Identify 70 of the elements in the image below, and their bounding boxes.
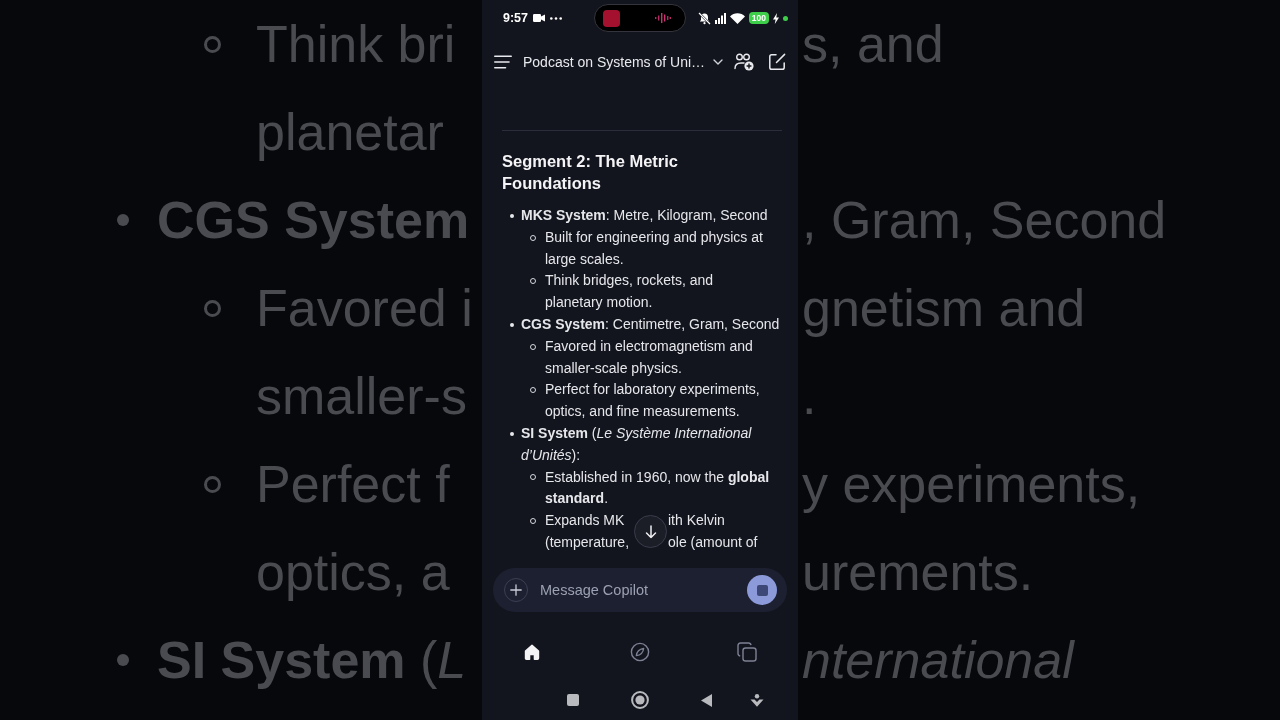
backdrop-text: Think bri [256, 14, 456, 74]
battery-indicator: 100 [748, 12, 769, 24]
status-time: 9:57 [503, 11, 529, 25]
media-pill[interactable] [594, 4, 686, 32]
waveform-icon [655, 13, 671, 23]
video-camera-icon [533, 14, 546, 22]
chevron-down-icon [713, 59, 724, 65]
menu-icon [494, 55, 512, 69]
wifi-icon [729, 12, 745, 24]
sub-item-text: Expands MK [545, 511, 626, 531]
list-item-text: CGS System: Centimetre, Gram, Second [521, 315, 781, 334]
list-item-text: MKS System: Metre, Kilogram, Second [521, 206, 769, 225]
bullet-icon [510, 213, 514, 218]
compose-icon [768, 53, 786, 71]
ring-bullet-icon [204, 35, 221, 53]
bell-slash-icon [697, 11, 711, 25]
section-heading: Segment 2: The Metric Foundations [502, 151, 680, 194]
signal-bars-icon [714, 12, 726, 24]
sub-item-text: Established in 1960, now the global standard. [545, 467, 771, 509]
backdrop-text: CGS System [157, 190, 470, 250]
backdrop-text: Perfect f [256, 454, 450, 514]
compose-button[interactable] [768, 53, 786, 71]
backdrop-text: optics, a [256, 542, 450, 602]
more-dots-icon [550, 16, 563, 20]
sub-item-text: ole (amount of [668, 532, 758, 552]
conversation-title-button[interactable]: Podcast on Systems of Uni… [523, 54, 724, 70]
home-icon [522, 642, 542, 662]
bullet-icon [117, 654, 129, 666]
add-person-icon [734, 53, 754, 71]
backdrop-text: SI System (L [157, 630, 467, 690]
ring-bullet-icon [204, 475, 221, 493]
backdrop-text: gnetism and [802, 278, 1086, 338]
sub-item-text: Favored in electromagnetism and smaller-scale physics. [545, 336, 754, 378]
bullet-icon [510, 431, 514, 436]
sub-item-text: ith Kelvin [668, 511, 726, 531]
sub-item-text: Think bridges, rockets, and planetary motion. [545, 271, 715, 313]
message-input[interactable]: Message Copilot [540, 582, 739, 598]
backdrop-text: , Gram, Second [802, 190, 1167, 250]
back-icon[interactable] [701, 693, 712, 707]
ring-bullet-icon [204, 299, 221, 317]
sub-item-text: (temperature, [545, 532, 631, 552]
list-item-text: SI System (Le Système International d’Unités): [521, 423, 753, 465]
plus-icon [510, 584, 522, 596]
bullet-icon [117, 214, 129, 226]
backdrop-text: y experiments, [802, 454, 1141, 514]
scroll-down-button[interactable] [634, 515, 667, 549]
compass-icon [629, 642, 650, 662]
sub-item-text: Perfect for laboratory experiments, optics, and fine measurements. [545, 380, 761, 422]
bolt-icon [773, 12, 779, 24]
down-arrow-icon [644, 524, 657, 539]
backdrop-text: urements. [802, 542, 1034, 602]
sub-item-text: Built for engineering and physics at large scales. [545, 227, 764, 269]
stop-icon [756, 584, 768, 596]
backdrop-text: s, and [802, 14, 944, 74]
backdrop-text: planetar [256, 102, 444, 162]
stop-button[interactable] [747, 575, 777, 605]
backdrop-text: . [802, 366, 817, 426]
home-circle-icon[interactable] [631, 691, 649, 709]
album-art [603, 9, 620, 27]
menu-button[interactable] [494, 55, 512, 69]
nav-tab[interactable] [522, 642, 542, 662]
indicator-dot-icon [783, 15, 788, 21]
bullet-icon [510, 322, 514, 327]
copy-icon [737, 642, 757, 662]
add-person-button[interactable] [734, 53, 754, 71]
backdrop-text: nternational [802, 630, 1074, 690]
recents-icon[interactable] [567, 694, 579, 706]
backdrop-text: smaller-s [256, 366, 467, 426]
dot-chevron-down-icon[interactable] [750, 693, 764, 707]
backdrop-text: Favored i [256, 278, 473, 338]
